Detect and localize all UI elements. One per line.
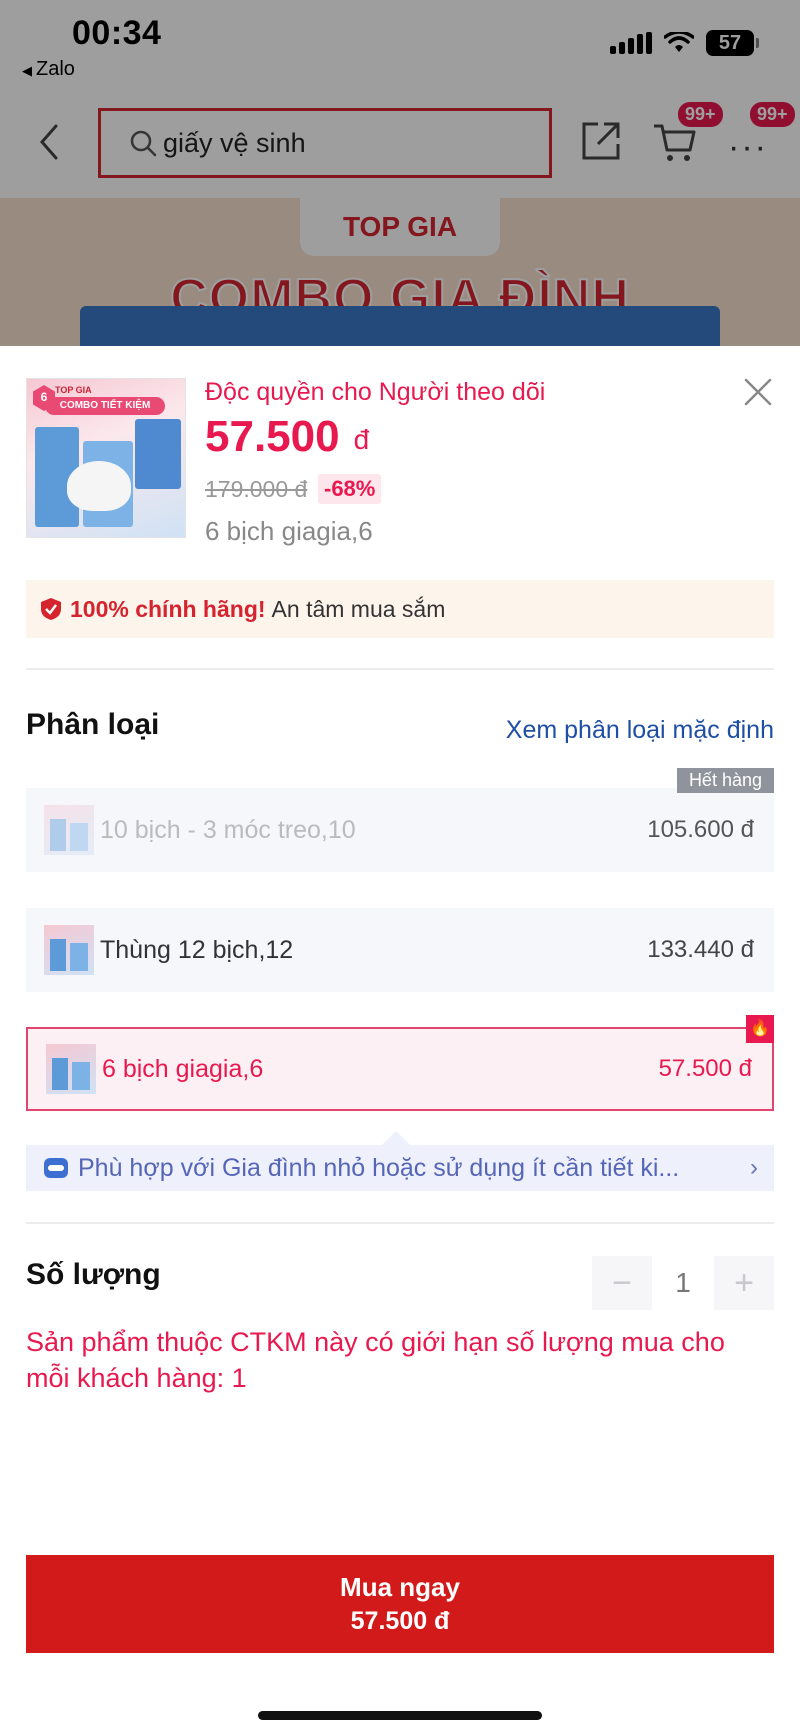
thumb-pack xyxy=(135,419,181,489)
variant-option-out-of-stock[interactable]: Hết hàng 10 bịch - 3 móc treo,10 105.600… xyxy=(26,768,774,872)
price-value: 57.500 xyxy=(205,412,340,461)
variant-name: Thùng 12 bịch,12 xyxy=(100,935,294,964)
thumb-brand: TOP GIA xyxy=(55,385,92,395)
authentic-text: An tâm mua sắm xyxy=(271,595,446,622)
product-thumbnail[interactable]: 6 TOP GIA COMBO TIẾT KIỆM xyxy=(26,378,186,538)
purchase-limit-note: Sản phẩm thuộc CTKM này có giới hạn số l… xyxy=(26,1327,725,1393)
close-icon[interactable] xyxy=(740,374,776,410)
selected-variant-text: 6 bịch giagia,6 xyxy=(205,516,373,546)
variant-option-selected[interactable]: 🔥 6 bịch giagia,6 57.500 đ xyxy=(26,1015,774,1111)
variant-thumbnail xyxy=(44,925,94,975)
see-default-variants-link[interactable]: Xem phân loại mặc định xyxy=(506,716,774,745)
variant-sheet: 6 TOP GIA COMBO TIẾT KIỆM Độc quyền cho … xyxy=(0,346,800,1731)
variants-title: Phân loại xyxy=(26,708,160,741)
authentic-highlight: 100% chính hãng! xyxy=(70,595,266,622)
plus-icon[interactable]: + xyxy=(714,1256,774,1310)
variant-suggestion[interactable]: Phù hợp với Gia đình nhỏ hoặc sử dụng ít… xyxy=(26,1145,774,1191)
variant-option[interactable]: Thùng 12 bịch,12 133.440 đ xyxy=(26,908,774,992)
thumb-cat-image xyxy=(67,461,131,511)
divider xyxy=(26,1222,774,1224)
suggestion-text: Phù hợp với Gia đình nhỏ hoặc sử dụng ít… xyxy=(78,1153,680,1182)
current-price: 57.500 đ xyxy=(205,412,369,462)
variant-name: 10 bịch - 3 móc treo,10 xyxy=(100,815,356,844)
buy-now-label: Mua ngay xyxy=(340,1572,460,1602)
chevron-right-icon: › xyxy=(750,1154,758,1181)
buy-now-button[interactable]: Mua ngay 57.500 đ xyxy=(26,1555,774,1653)
discount-badge: -68% xyxy=(318,474,382,504)
authentic-banner: 100% chính hãng! An tâm mua sắm xyxy=(26,580,774,638)
thumb-heading: COMBO TIẾT KIỆM xyxy=(45,397,165,415)
minus-icon[interactable]: − xyxy=(592,1256,652,1310)
assistant-bot-icon xyxy=(44,1158,68,1178)
variant-price: 133.440 đ xyxy=(647,936,754,963)
shield-check-icon xyxy=(41,598,61,620)
variant-thumbnail xyxy=(46,1044,96,1094)
original-price: 179.000 đ xyxy=(205,476,308,502)
exclusive-label: Độc quyền cho Người theo dõi xyxy=(205,378,546,406)
variant-thumbnail xyxy=(44,805,94,855)
quantity-value[interactable]: 1 xyxy=(652,1267,714,1299)
out-of-stock-tag: Hết hàng xyxy=(676,768,774,793)
buy-now-price: 57.500 đ xyxy=(350,1607,450,1635)
variant-price: 105.600 đ xyxy=(647,816,754,843)
quantity-title: Số lượng xyxy=(26,1258,161,1291)
price-currency: đ xyxy=(353,424,370,455)
variant-price: 57.500 đ xyxy=(658,1055,752,1082)
divider xyxy=(26,668,774,670)
background-page: 00:34 ◀ Zalo 57 giấy vệ sinh 99+ ··· 99+ … xyxy=(0,0,800,346)
variant-name: 6 bịch giagia,6 xyxy=(102,1054,264,1083)
home-indicator[interactable] xyxy=(258,1711,542,1720)
fire-icon: 🔥 xyxy=(746,1015,774,1043)
quantity-stepper: − 1 + xyxy=(592,1256,774,1310)
overlay-dim[interactable] xyxy=(0,0,800,346)
